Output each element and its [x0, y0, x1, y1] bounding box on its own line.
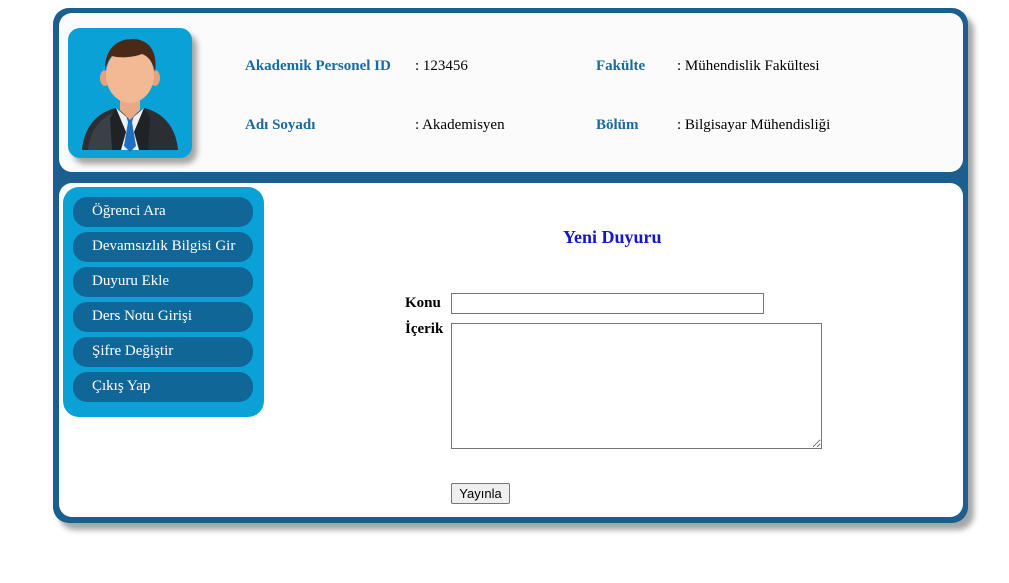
konu-label: Konu [405, 295, 441, 311]
name-label: Adı Soyadı [245, 117, 316, 133]
icerik-textarea[interactable] [451, 323, 822, 449]
avatar [68, 28, 192, 158]
konu-input[interactable] [451, 293, 764, 314]
page-frame: Akademik Personel ID : 123456 Fakülte : … [53, 8, 968, 523]
content-panel: Öğrenci Ara Devamsızlık Bilgisi Gir Duyu… [59, 183, 963, 517]
menu-item-cikis-yap[interactable]: Çıkış Yap [73, 372, 253, 402]
icerik-label: İçerik [405, 321, 444, 337]
menu-item-ders-notu-girisi[interactable]: Ders Notu Girişi [73, 302, 253, 332]
yayinla-button[interactable]: Yayınla [451, 483, 510, 504]
faculty-value: : Mühendislik Fakültesi [677, 58, 820, 74]
businessman-avatar-icon [82, 39, 178, 152]
menu-item-sifre-degistir[interactable]: Şifre Değiştir [73, 337, 253, 367]
menu-item-devamsizlik-bilgisi-gir[interactable]: Devamsızlık Bilgisi Gir [73, 232, 253, 262]
department-value: : Bilgisayar Mühendisliği [677, 117, 831, 133]
name-value: : Akademisyen [415, 117, 505, 133]
personnel-id-value: : 123456 [415, 58, 468, 74]
sidebar-menu: Öğrenci Ara Devamsızlık Bilgisi Gir Duyu… [63, 187, 264, 417]
faculty-label: Fakülte [596, 58, 646, 74]
personnel-id-label: Akademik Personel ID [245, 58, 391, 74]
menu-item-ogrenci-ara[interactable]: Öğrenci Ara [73, 197, 253, 227]
menu-item-duyuru-ekle[interactable]: Duyuru Ekle [73, 267, 253, 297]
form-title: Yeni Duyuru [563, 227, 662, 247]
department-label: Bölüm [596, 117, 639, 133]
profile-header: Akademik Personel ID : 123456 Fakülte : … [59, 13, 963, 172]
